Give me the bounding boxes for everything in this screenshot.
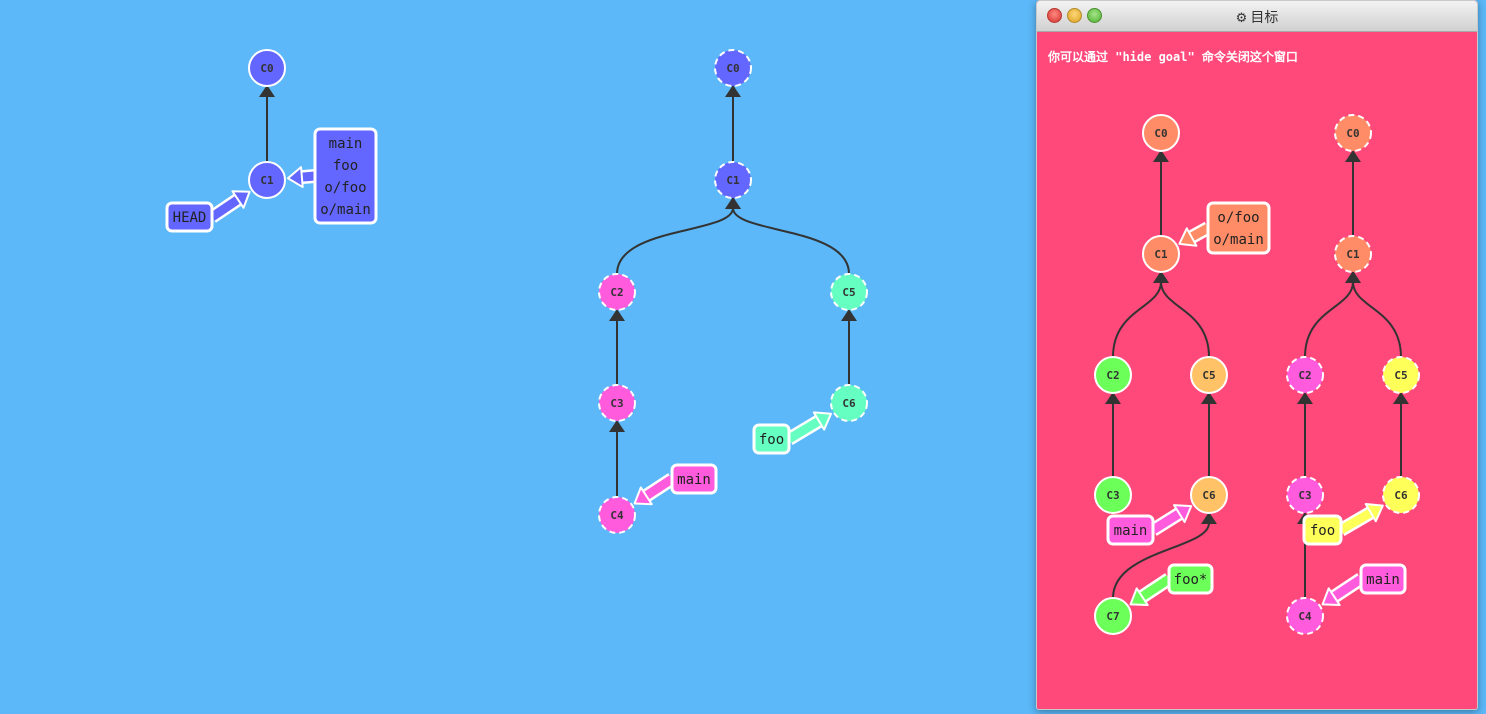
goal-local-branches: o/foo o/main main foo* — [1106, 201, 1271, 607]
goal-remote-branches: foo main — [1302, 502, 1407, 607]
remote-commit-label-C0: C0 — [726, 62, 739, 75]
local-edges — [259, 85, 275, 162]
goal-remote-branch-label: main — [1366, 572, 1400, 588]
goal-local-commit-label-C3: C3 — [1106, 489, 1119, 502]
gear-icon: ⚙ — [1235, 11, 1248, 26]
goal-local-branch-label: main — [1114, 523, 1148, 539]
goal-local-commit-C3[interactable]: C3 — [1094, 476, 1132, 514]
goal-title: ⚙ 目标 — [1037, 7, 1477, 27]
remote-commit-label-C5: C5 — [842, 286, 855, 299]
remote-commit-label-C3: C3 — [610, 397, 623, 410]
local-branch-label: main — [329, 136, 363, 152]
goal-remote-commit-C5[interactable]: C5 — [1382, 356, 1420, 394]
remote-arrowhead-C5-C1 — [725, 197, 741, 209]
remote-commit-C2[interactable]: C2 — [598, 273, 636, 311]
goal-remote-edge-C2-C1 — [1304, 281, 1354, 358]
remote-arrowhead-C6-C5 — [841, 309, 857, 321]
local-branch-HEAD[interactable]: HEAD — [165, 190, 251, 233]
goal-remote-commit-label-C6: C6 — [1394, 489, 1408, 502]
goal-local-commit-label-C5: C5 — [1202, 369, 1215, 382]
remote-commit-C1[interactable]: C1 — [714, 161, 752, 199]
goal-local-commit-label-C1: C1 — [1154, 248, 1168, 261]
local-branch-label: foo — [333, 158, 358, 174]
goal-visualization: C0 C1 C2 C3 C5 C6 C7 o/foo o/main main foo* C0 C1 C2 C… — [1094, 114, 1420, 635]
goal-remote-commit-label-C4: C4 — [1298, 610, 1312, 623]
remote-branches: main foo — [633, 411, 832, 506]
remote-branch-foo[interactable]: foo — [752, 411, 832, 455]
remote-edge-C5-C1 — [732, 207, 850, 275]
remote-edge-C2-C1 — [616, 207, 734, 275]
remote-arrowhead-C1-C0 — [725, 85, 741, 97]
remote-branch-label: main — [677, 472, 711, 488]
goal-remote-commit-C6[interactable]: C6 — [1382, 476, 1420, 514]
local-branch-label: o/foo — [324, 180, 366, 196]
hide-goal-hint: 你可以通过 "hide goal" 命令关闭这个窗口 — [1048, 50, 1298, 64]
goal-local-commit-C7[interactable]: C7 — [1094, 597, 1132, 635]
goal-remote-commit-label-C0: C0 — [1346, 127, 1359, 140]
goal-remote-arrowhead-C3-C2 — [1297, 392, 1313, 404]
goal-remote-branch-label: foo — [1310, 523, 1335, 539]
goal-remote-commit-label-C5: C5 — [1394, 369, 1407, 382]
remote-edges — [609, 85, 857, 497]
main-visualization: C0 C1 main foo o/foo o/main HEAD C0 C1 C2 C3 C4 C5 C6… — [165, 49, 868, 534]
goal-remote-commit-C0[interactable]: C0 — [1334, 114, 1372, 152]
goal-local-edge-C5-C1 — [1160, 281, 1210, 358]
goal-local-commit-label-C7: C7 — [1106, 610, 1119, 623]
goal-remote-arrowhead-C5-C1 — [1345, 271, 1361, 283]
goal-local-commit-C1[interactable]: C1 — [1142, 235, 1180, 273]
goal-remote-arrowhead-C1-C0 — [1345, 150, 1361, 162]
remote-commit-C6[interactable]: C6 — [830, 384, 868, 422]
local-commit-label-C0: C0 — [260, 62, 273, 75]
goal-local-commit-label-C0: C0 — [1154, 127, 1167, 140]
remote-commit-label-C2: C2 — [610, 286, 623, 299]
goal-titlebar[interactable]: ⚙ 目标 — [1037, 1, 1477, 32]
goal-local-branch-ofoo[interactable]: o/foo o/main — [1178, 201, 1271, 255]
goal-remote-commit-C2[interactable]: C2 — [1286, 356, 1324, 394]
goal-remote-arrowhead-C6-C5 — [1393, 392, 1409, 404]
local-branch-main[interactable]: main foo o/foo o/main — [286, 127, 378, 225]
goal-local-commit-label-C2: C2 — [1106, 369, 1119, 382]
goal-remote-commit-C3[interactable]: C3 — [1286, 476, 1324, 514]
goal-remote-branch-main[interactable]: main — [1321, 563, 1407, 607]
goal-local-commit-label-C6: C6 — [1202, 489, 1216, 502]
remote-arrowhead-C3-C2 — [609, 309, 625, 321]
goal-local-branch-label: foo* — [1174, 572, 1208, 588]
goal-local-branch-label: o/main — [1213, 232, 1264, 248]
remote-commit-C5[interactable]: C5 — [830, 273, 868, 311]
goal-local-commit-C6[interactable]: C6 — [1190, 476, 1228, 514]
remote-commit-label-C4: C4 — [610, 509, 624, 522]
local-branch-label: HEAD — [173, 210, 207, 226]
goal-local-commit-C0[interactable]: C0 — [1142, 114, 1180, 152]
remote-commit-label-C1: C1 — [726, 174, 740, 187]
goal-local-commit-C2[interactable]: C2 — [1094, 356, 1132, 394]
local-commit-C0[interactable]: C0 — [248, 49, 286, 87]
goal-local-edge-C2-C1 — [1112, 281, 1162, 358]
goal-local-branch-foo[interactable]: foo* — [1129, 563, 1214, 607]
goal-window[interactable]: C0 C1 C2 C3 C5 C6 C7 o/foo o/main main foo* C0 C1 C2 C… — [1036, 0, 1478, 710]
remote-branch-main[interactable]: main — [633, 463, 718, 506]
remote-commit-C0[interactable]: C0 — [714, 49, 752, 87]
local-branch-label: o/main — [320, 202, 371, 218]
remote-commit-label-C6: C6 — [842, 397, 856, 410]
goal-remote-commit-C1[interactable]: C1 — [1334, 235, 1372, 273]
goal-local-branch-label: o/foo — [1217, 210, 1259, 226]
remote-commit-C4[interactable]: C4 — [598, 496, 636, 534]
goal-remote-commit-C4[interactable]: C4 — [1286, 597, 1324, 635]
goal-remote-commit-label-C3: C3 — [1298, 489, 1311, 502]
goal-remote-commit-label-C1: C1 — [1346, 248, 1360, 261]
local-commit-C1[interactable]: C1 — [248, 161, 286, 199]
goal-remote-commit-label-C2: C2 — [1298, 369, 1311, 382]
remote-commit-C3[interactable]: C3 — [598, 384, 636, 422]
goal-local-commit-C5[interactable]: C5 — [1190, 356, 1228, 394]
goal-title-text: 目标 — [1250, 10, 1279, 26]
remote-arrowhead-C4-C3 — [609, 420, 625, 432]
local-commit-label-C1: C1 — [260, 174, 274, 187]
goal-remote-edge-C5-C1 — [1352, 281, 1402, 358]
goal-remote-branch-foo[interactable]: foo — [1302, 502, 1384, 546]
remote-branch-label: foo — [759, 432, 784, 448]
